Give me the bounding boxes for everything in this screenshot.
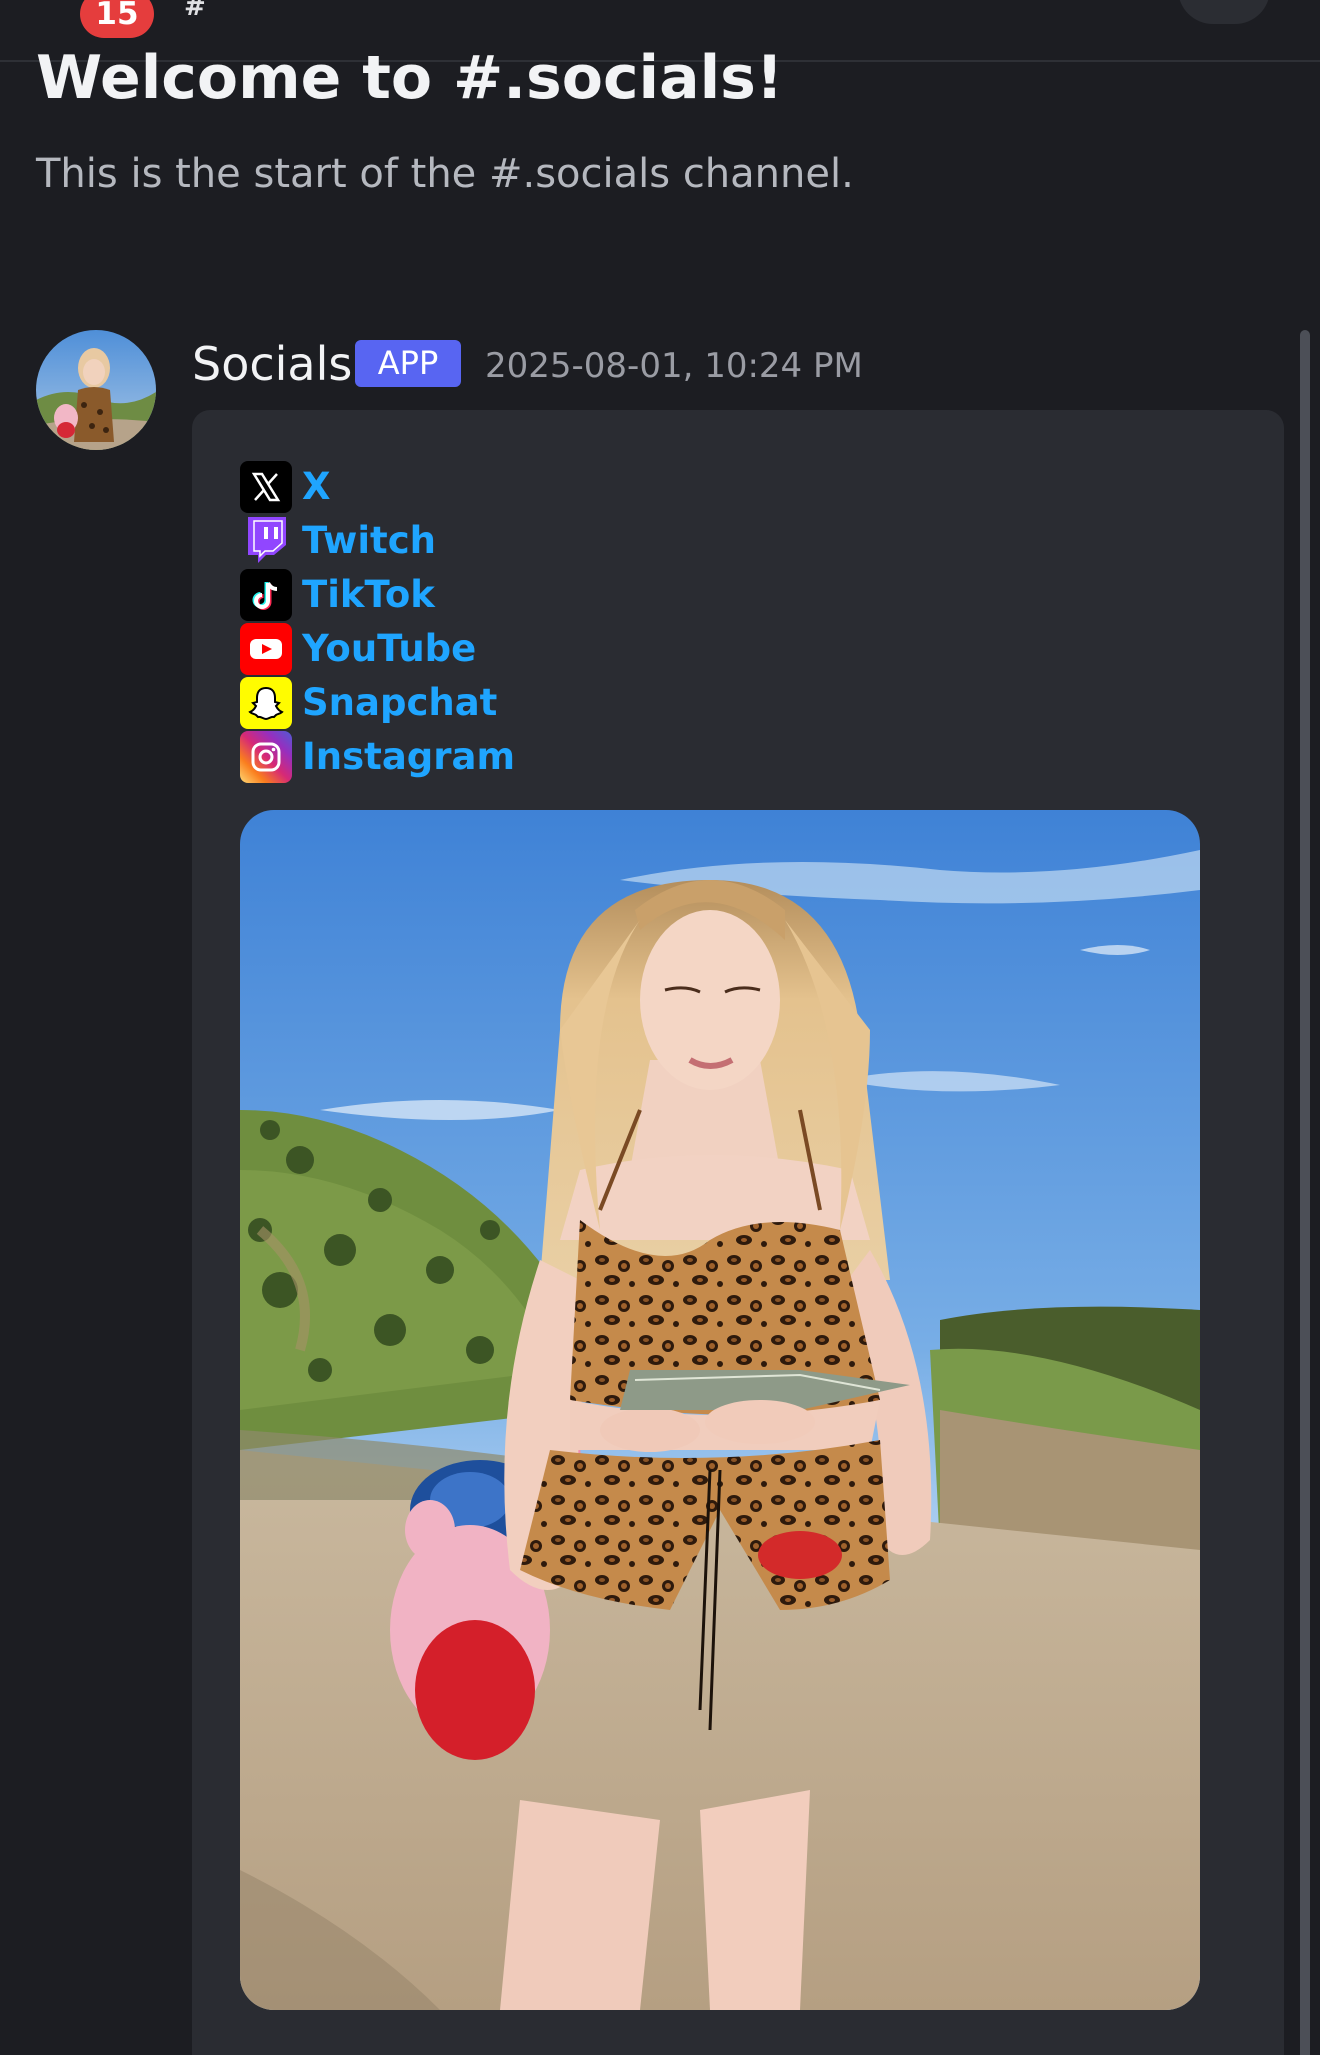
- message-timestamp: 2025-08-01, 10:24 PM: [485, 346, 863, 386]
- social-link-snapchat[interactable]: Snapchat: [240, 677, 497, 729]
- welcome-subtitle: This is the start of the #.socials chann…: [36, 151, 854, 197]
- social-link-label: TikTok: [302, 573, 435, 616]
- social-link-x[interactable]: X: [240, 461, 331, 513]
- snapchat-logo-icon: [240, 677, 292, 729]
- twitch-logo-icon: [240, 515, 292, 567]
- social-link-tiktok[interactable]: TikTok: [240, 569, 435, 621]
- youtube-logo-icon: [240, 623, 292, 675]
- scrollbar[interactable]: [1300, 330, 1310, 2055]
- message-author[interactable]: Socials: [192, 334, 352, 394]
- instagram-logo-icon: [240, 731, 292, 783]
- tiktok-logo-icon: [240, 569, 292, 621]
- unread-badge[interactable]: 15: [80, 0, 154, 38]
- embed-photo[interactable]: [240, 810, 1200, 2010]
- social-link-label: Snapchat: [302, 681, 498, 724]
- social-link-label: Twitch: [302, 519, 436, 562]
- social-link-label: YouTube: [302, 627, 477, 670]
- chat-screen: 15 # Welcome to #.socials! This is the s…: [0, 0, 1320, 2055]
- app-tag: APP: [355, 340, 461, 387]
- social-link-instagram[interactable]: Instagram: [240, 731, 515, 783]
- welcome-title: Welcome to #.socials!: [36, 43, 784, 113]
- social-link-label: Instagram: [302, 735, 516, 778]
- x-logo-icon: [240, 461, 292, 513]
- channel-hash-icon: #: [184, 0, 206, 22]
- social-link-twitch[interactable]: Twitch: [240, 515, 436, 567]
- social-link-label: X: [302, 465, 331, 508]
- search-button[interactable]: [1178, 0, 1270, 24]
- avatar[interactable]: [36, 330, 156, 450]
- social-link-youtube[interactable]: YouTube: [240, 623, 476, 675]
